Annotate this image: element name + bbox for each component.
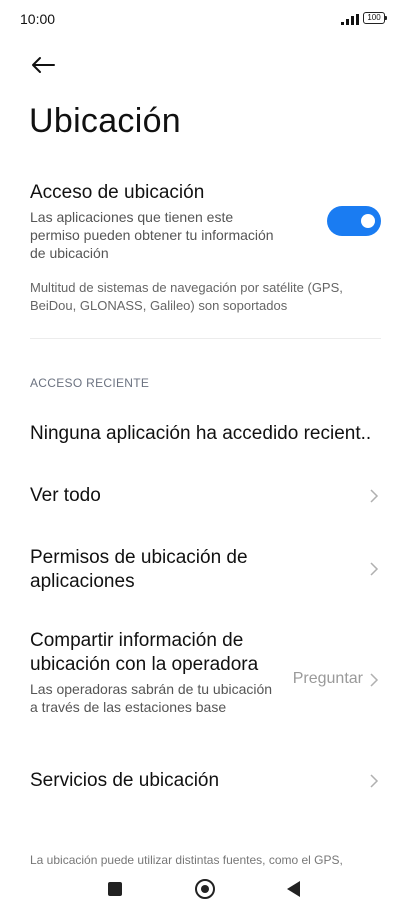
footer-note: La ubicación puede utilizar distintas fu… <box>30 853 343 867</box>
toggle-knob <box>361 214 375 228</box>
gnss-note-text: Multitud de sistemas de navegación por s… <box>30 280 343 313</box>
divider <box>30 338 381 339</box>
chevron-right-icon <box>370 774 379 788</box>
location-access-description: Las aplicaciones que tienen este permiso… <box>30 209 274 261</box>
location-access-toggle[interactable] <box>327 206 381 236</box>
app-location-permissions-row[interactable]: Permisos de ubicación de aplicaciones <box>30 546 381 596</box>
chevron-right-icon <box>370 489 379 503</box>
home-circle-icon[interactable] <box>195 879 215 899</box>
carrier-location-sharing-label: Compartir información de ubicación con l… <box>30 630 259 675</box>
section-label-recent: ACCESO RECIENTE <box>30 376 150 390</box>
arrow-left-icon <box>32 57 55 73</box>
chevron-right-icon <box>370 673 379 687</box>
recents-square-icon[interactable] <box>108 882 122 896</box>
signal-icon <box>341 14 359 25</box>
navigation-bar <box>0 872 411 914</box>
page-title: Ubicación <box>29 102 181 140</box>
view-all-label: Ver todo <box>30 485 101 506</box>
status-time: 10:00 <box>20 11 56 27</box>
battery-icon: 100 <box>363 12 387 24</box>
app-location-permissions-label: Permisos de ubicación de aplicaciones <box>30 547 248 592</box>
carrier-sharing-value: Preguntar <box>292 670 363 687</box>
view-all-row[interactable]: Ver todo <box>30 484 381 510</box>
location-access-title: Acceso de ubicación <box>30 182 205 203</box>
recent-empty-text: Ninguna aplicación ha accedido recient.. <box>30 423 372 444</box>
back-triangle-icon[interactable] <box>287 881 300 897</box>
location-services-label: Servicios de ubicación <box>30 770 220 791</box>
back-button[interactable] <box>28 50 58 80</box>
location-services-row[interactable]: Servicios de ubicación <box>30 769 381 795</box>
recent-empty-row: Ninguna aplicación ha accedido recient.. <box>30 422 381 446</box>
status-bar: 10:00 100 <box>0 0 411 40</box>
chevron-right-icon <box>370 562 379 576</box>
carrier-location-sharing-description: Las operadoras sabrán de tu ubicación a … <box>30 681 273 715</box>
gnss-note: Multitud de sistemas de navegación por s… <box>30 279 381 315</box>
